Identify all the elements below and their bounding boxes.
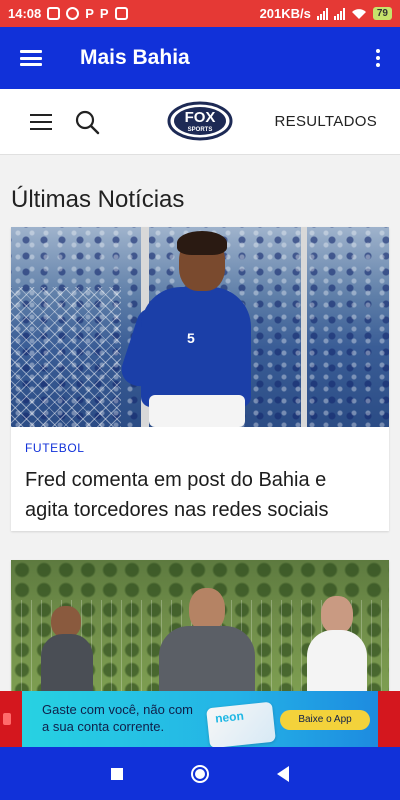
p-app-icon: P [99,6,109,21]
article-image[interactable] [11,560,389,700]
fox-logo-sub: SPORTS [188,127,213,133]
app-bar: Mais Bahia [0,27,400,89]
article-category[interactable]: FUTEBOL [25,441,375,455]
svg-text:5: 5 [187,330,195,346]
signal-icon [316,7,328,20]
ad-content[interactable]: Gaste com você, não com a sua conta corr… [22,691,378,749]
ad-text-line2: a sua conta corrente. [42,719,165,734]
section-title: Últimas Notícias [11,186,185,213]
ad-edge-right [378,691,400,747]
jersey-number: 5 [187,330,195,346]
status-time: 14:08 [8,6,42,21]
ad-text: Gaste com você, não com a sua conta corr… [42,701,193,735]
menu-icon[interactable] [20,50,42,66]
search-icon[interactable] [74,109,100,135]
article-image[interactable]: 5 [11,227,389,427]
battery-indicator: 79 [372,7,392,20]
app-title: Mais Bahia [80,46,190,69]
ad-cta-button[interactable]: Baixe o App [280,710,370,730]
ad-edge-left [0,691,22,747]
net-speed: 201KB/s [259,6,311,21]
ad-brand: neon [214,708,245,726]
status-right: 201KB/s 79 [260,6,392,21]
more-options-icon[interactable] [376,49,380,67]
status-bar: 14:08 P P 201KB/s 79 [0,0,400,27]
calendar-icon [114,7,128,20]
ad-text-line1: Gaste com você, não com [42,702,194,717]
fox-sports-logo[interactable]: FOX SPORTS [167,101,233,141]
recent-apps-icon[interactable] [111,767,123,780]
news-card[interactable] [11,560,389,700]
neon-card-image: neon [206,701,276,749]
back-icon[interactable] [277,765,289,782]
status-left: 14:08 P P [8,6,128,21]
results-link[interactable]: RESULTADOS [275,113,377,130]
home-icon[interactable] [191,764,209,783]
news-card[interactable]: 5 FUTEBOL Fred comenta em post do Bahia … [11,227,389,531]
fox-header: FOX SPORTS RESULTADOS [0,89,400,155]
fox-logo-text: FOX [185,109,216,126]
whatsapp-icon [66,7,80,20]
card-body: FUTEBOL Fred comenta em post do Bahia e … [11,427,389,525]
wifi-icon [351,8,366,19]
system-nav-bar [0,747,400,800]
signal-icon [333,7,345,20]
photo-icon [47,7,61,20]
p-app-icon: P [85,6,94,21]
article-headline[interactable]: Fred comenta em post do Bahia e agita to… [25,465,375,525]
site-menu-icon[interactable] [30,113,52,130]
ad-banner[interactable]: Gaste com você, não com a sua conta corr… [0,691,400,749]
